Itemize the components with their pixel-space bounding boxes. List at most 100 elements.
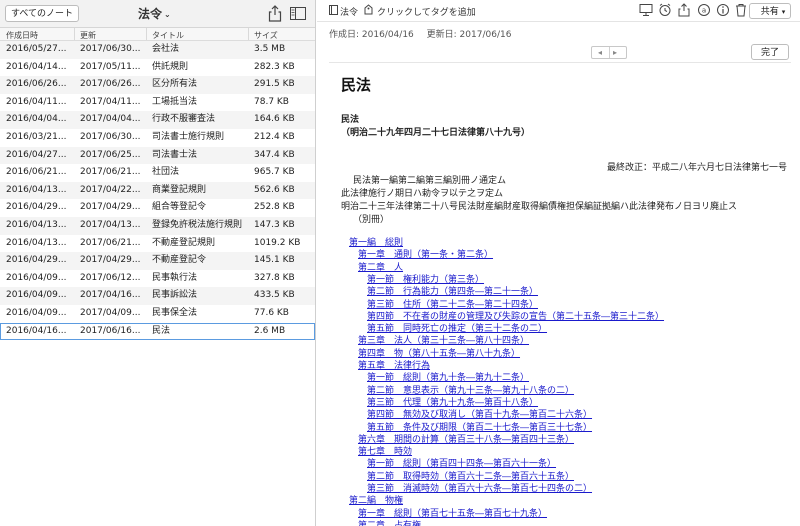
note-updated: 2017/04/11...: [80, 96, 141, 107]
note-notebook-label[interactable]: 法令: [340, 5, 358, 18]
note-list-row[interactable]: 2016/04/14... 2017/05/11... 供託規則 282.3 KB: [0, 58, 315, 77]
note-created: 2016/06/21...: [6, 167, 67, 178]
note-list-row[interactable]: 2016/04/13... 2017/04/13... 登録免許税法施行規則 147.…: [0, 216, 315, 235]
note-created: 2016/04/29...: [6, 255, 67, 266]
note-list-row[interactable]: 2016/04/11... 2017/04/11... 工場抵当法 78.7 KB: [0, 93, 315, 112]
note-list-row[interactable]: 2016/04/09... 2017/06/12... 民事執行法 327.8 KB: [0, 269, 315, 288]
add-tag-input[interactable]: クリックしてタグを追加: [377, 5, 476, 18]
toc-link[interactable]: 第三節 代理（第九十九条―第百十八条）: [367, 395, 538, 408]
toc-link[interactable]: 第一節 権利能力（第三条）: [367, 272, 484, 285]
note-list-toolbar: すべてのノート 法令 ⌄: [0, 0, 315, 28]
toc-link[interactable]: 第二節 意思表示（第九十三条―第九十八条の二）: [367, 383, 574, 396]
toc-link[interactable]: 第一節 総則（第九十条―第九十二条）: [367, 370, 529, 383]
note-size: 147.3 KB: [254, 219, 295, 230]
note-title: 商業登記規則: [152, 184, 207, 195]
note-size: 1019.2 KB: [254, 237, 301, 248]
note-list-row[interactable]: 2016/04/13... 2017/06/21... 不動産登記規則 1019.2 …: [0, 234, 315, 253]
toc-link[interactable]: 第二節 行為能力（第四条―第二十一条）: [367, 284, 538, 297]
nav-forward-icon[interactable]: ▸: [613, 47, 617, 58]
note-size: 77.6 KB: [254, 307, 289, 318]
toc-link[interactable]: 第一章 通則（第一条・第二条）: [358, 247, 493, 260]
note-title: 社団法: [152, 167, 180, 178]
note-updated: 2017/06/30...: [80, 44, 141, 54]
note-list-row[interactable]: 2016/04/09... 2017/04/16... 民事訴訟法 433.5 KB: [0, 287, 315, 305]
info-icon[interactable]: [716, 3, 730, 17]
note-list-row[interactable]: 2016/04/04... 2017/04/04... 行政不服審査法 164.6 K…: [0, 111, 315, 129]
share-icon[interactable]: [268, 5, 282, 22]
toc-link[interactable]: 第五章 法律行為: [358, 358, 430, 371]
note-list-row[interactable]: 2016/03/21... 2017/06/30... 司法書士施行規則 212.4 …: [0, 128, 315, 147]
law-name: 民法: [341, 115, 360, 125]
toc-link[interactable]: 第三章 法人（第三十三条―第八十四条）: [358, 333, 529, 346]
layout-toggle-icon[interactable]: [290, 7, 306, 20]
toc-link[interactable]: 第二節 取得時効（第百六十二条―第百六十五条）: [367, 469, 574, 482]
toc-link[interactable]: 第七章 時効: [358, 444, 412, 457]
toc-link[interactable]: 第四章 物（第八十五条―第八十九条）: [358, 346, 520, 359]
toc-link[interactable]: 第五節 条件及び期限（第百二十七条―第百三十七条）: [367, 420, 592, 433]
note-title[interactable]: 民法: [341, 74, 371, 95]
note-title: 登録免許税法施行規則: [152, 219, 243, 230]
note-created: 2016/04/11...: [6, 96, 67, 107]
toc-link[interactable]: 第四節 不在者の財産の管理及び失踪の宣告（第二十五条―第三十二条）: [367, 309, 664, 322]
trash-icon[interactable]: [734, 3, 748, 17]
note-title: 区分所有法: [152, 79, 198, 90]
note-size: 78.7 KB: [254, 96, 289, 107]
toc-link[interactable]: 第三節 住所（第二十二条―第二十四条）: [367, 297, 538, 310]
notebook-title[interactable]: 法令 ⌄: [138, 5, 171, 22]
presentation-icon[interactable]: [639, 3, 653, 17]
preamble-line: （別冊）: [353, 215, 390, 225]
note-size: 252.8 KB: [254, 202, 295, 213]
toc-link[interactable]: 第二章 占有権: [358, 518, 421, 526]
note-title: 民事執行法: [152, 272, 198, 283]
note-list: 2016/05/27... 2017/06/30... 会社法 3.5 MB 2016/…: [0, 41, 315, 341]
note-list-row[interactable]: 2016/04/13... 2017/04/22... 商業登記規則 562.6 KB: [0, 181, 315, 200]
all-notes-button[interactable]: すべてのノート: [5, 5, 80, 22]
note-created: 2016/03/21...: [6, 131, 67, 142]
nav-back-icon[interactable]: ◂: [598, 47, 602, 58]
note-updated: 2017/06/30...: [80, 131, 141, 142]
note-list-row[interactable]: 2016/04/09... 2017/04/09... 民事保全法 77.6 KB: [0, 304, 315, 323]
toc-link[interactable]: 第二編 物権: [349, 493, 403, 506]
note-list-row[interactable]: 2016/04/27... 2017/06/25... 司法書士法 347.4 KB: [0, 146, 315, 165]
note-size: 291.5 KB: [254, 79, 295, 90]
work-chat-icon[interactable]: a: [697, 3, 711, 17]
note-list-row[interactable]: 2016/05/27... 2017/06/30... 会社法 3.5 MB: [0, 41, 315, 59]
column-header-title[interactable]: タイトル: [152, 30, 184, 41]
divider: [329, 62, 791, 63]
toc-link[interactable]: 第六章 期間の計算（第百三十八条―第百四十三条）: [358, 432, 574, 445]
toc-link[interactable]: 第一章 総則（第百七十五条―第百七十九条）: [358, 506, 547, 519]
note-list-row[interactable]: 2016/04/16... 2017/06/16... 民法 2.6 MB: [0, 322, 315, 341]
chevron-down-icon: ⌄: [164, 10, 171, 19]
note-size: 347.4 KB: [254, 149, 295, 160]
reminder-alarm-icon[interactable]: [658, 3, 672, 17]
note-updated: 2017/04/04...: [80, 114, 141, 125]
chevron-down-icon: ▾: [781, 9, 786, 16]
toc-link[interactable]: 第一節 総則（第百四十四条―第百六十一条）: [367, 456, 556, 469]
notebook-title-label: 法令: [138, 7, 163, 21]
note-list-row[interactable]: 2016/04/29... 2017/04/29... 組合等登記令 252.8 KB: [0, 199, 315, 217]
done-button[interactable]: 完了: [751, 44, 789, 60]
note-list-header: 作成日時 更新 タイトル サイズ: [0, 28, 315, 41]
share-button[interactable]: 共有 ▾: [749, 3, 791, 19]
note-updated: 2017/06/25...: [80, 149, 141, 160]
note-created: 2016/04/09...: [6, 272, 67, 283]
note-title: 供託規則: [152, 61, 189, 72]
toc-link[interactable]: 第四節 無効及び取消し（第百十九条―第百二十六条）: [367, 407, 592, 420]
toc-link[interactable]: 第二章 人: [358, 260, 403, 273]
share-note-icon[interactable]: [677, 3, 691, 17]
column-header-created[interactable]: 作成日時: [6, 30, 38, 41]
toc-link[interactable]: 第三節 消滅時効（第百六十六条―第百七十四条の二）: [367, 481, 592, 494]
toc-link[interactable]: 第五節 同時死亡の推定（第三十二条の二）: [367, 321, 547, 334]
column-header-size[interactable]: サイズ: [254, 30, 278, 41]
note-updated: 2017/06/26...: [80, 79, 141, 90]
toc-link[interactable]: 第一編 総則: [349, 235, 403, 248]
note-list-row[interactable]: 2016/06/26... 2017/06/26... 区分所有法 291.5 KB: [0, 76, 315, 94]
note-list-row[interactable]: 2016/04/29... 2017/04/29... 不動産登記令 145.1 KB: [0, 252, 315, 270]
note-size: 212.4 KB: [254, 131, 295, 142]
column-header-updated[interactable]: 更新: [80, 30, 96, 41]
note-title: 不動産登記令: [152, 255, 207, 266]
note-size: 562.6 KB: [254, 184, 295, 195]
history-nav: ◂ ▸: [591, 46, 627, 59]
note-list-row[interactable]: 2016/06/21... 2017/06/21... 社団法 965.7 KB: [0, 164, 315, 182]
note-title: 不動産登記規則: [152, 237, 216, 248]
